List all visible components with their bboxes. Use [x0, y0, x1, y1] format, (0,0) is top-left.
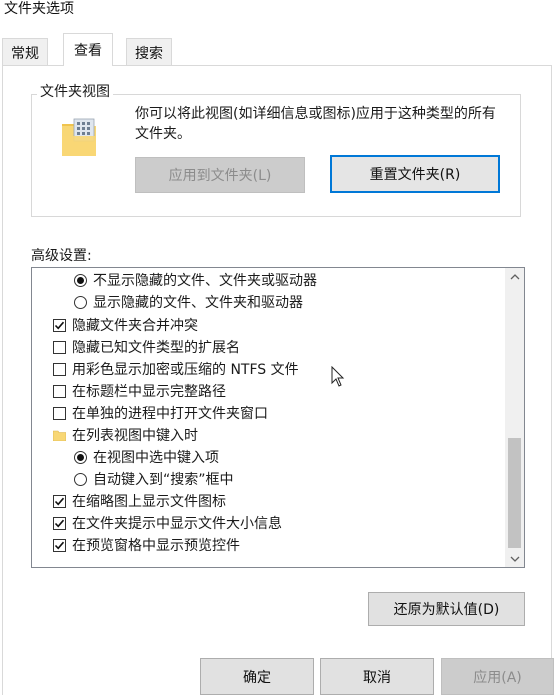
list-item[interactable]: 自动键入到“搜索”框中 [74, 468, 234, 490]
checkbox[interactable] [53, 516, 66, 530]
list-item-label: 隐藏文件夹合并冲突 [72, 318, 198, 334]
radio-button[interactable] [74, 472, 87, 486]
list-item[interactable]: 在文件夹提示中显示文件大小信息 [53, 512, 282, 534]
checkbox[interactable] [53, 494, 66, 508]
list-item-label: 在单独的进程中打开文件夹窗口 [72, 406, 268, 422]
folder-views-legend: 文件夹视图 [37, 81, 113, 101]
cancel-button[interactable]: 取消 [320, 658, 434, 695]
scrollbar-thumb[interactable] [508, 438, 521, 548]
checkbox[interactable] [53, 340, 66, 354]
list-item-label: 在标题栏中显示完整路径 [72, 384, 226, 400]
checkbox[interactable] [53, 384, 66, 398]
tab-view[interactable]: 查看 [63, 33, 113, 66]
ok-button[interactable]: 确定 [200, 658, 314, 695]
list-item-label: 隐藏已知文件类型的扩展名 [72, 340, 240, 356]
chevron-down-icon[interactable] [505, 550, 524, 567]
list-item[interactable]: 显示隐藏的文件、文件夹和驱动器 [74, 291, 303, 313]
list-item[interactable]: 在视图中选中键入项 [74, 446, 219, 468]
folder-view-icon [62, 118, 96, 156]
restore-defaults-button[interactable]: 还原为默认值(D) [368, 592, 525, 626]
list-item-label: 自动键入到“搜索”框中 [93, 472, 234, 488]
checkmark-icon [54, 321, 65, 329]
checkbox[interactable] [53, 362, 66, 376]
list-item-group: 在列表视图中键入时 [53, 424, 198, 446]
list-item[interactable]: 隐藏文件夹合并冲突 [53, 314, 198, 336]
list-item-label: 在列表视图中键入时 [72, 428, 198, 444]
checkmark-icon [54, 497, 65, 505]
list-item[interactable]: 在单独的进程中打开文件夹窗口 [53, 402, 268, 424]
scrollbar[interactable] [505, 268, 524, 567]
list-item[interactable]: 用彩色显示加密或压缩的 NTFS 文件 [53, 358, 299, 380]
list-item-label: 在预览窗格中显示预览控件 [72, 538, 240, 554]
radio-button[interactable] [74, 295, 87, 309]
checkbox[interactable] [53, 406, 66, 420]
reset-folders-button[interactable]: 重置文件夹(R) [330, 155, 500, 193]
tab-search[interactable]: 搜索 [126, 38, 172, 65]
list-item[interactable]: 在缩略图上显示文件图标 [53, 490, 226, 512]
list-item[interactable]: 隐藏已知文件类型的扩展名 [53, 336, 240, 358]
list-item[interactable]: 在标题栏中显示完整路径 [53, 380, 226, 402]
folder-icon [53, 430, 66, 441]
advanced-settings-label: 高级设置: [31, 248, 92, 264]
checkmark-icon [54, 519, 65, 527]
apply-to-folders-button[interactable]: 应用到文件夹(L) [135, 157, 305, 193]
checkbox[interactable] [53, 318, 66, 332]
window-title: 文件夹选项 [4, 1, 74, 17]
checkmark-icon [54, 541, 65, 549]
folder-views-description: 你可以将此视图(如详细信息或图标)应用于这种类型的所有文件夹。 [135, 106, 496, 142]
list-item-label: 用彩色显示加密或压缩的 NTFS 文件 [72, 362, 299, 378]
checkbox[interactable] [53, 538, 66, 552]
list-item-label: 不显示隐藏的文件、文件夹或驱动器 [93, 273, 317, 289]
title-bar: 文件夹选项 [0, 0, 554, 22]
radio-button[interactable] [74, 273, 87, 287]
radio-button[interactable] [74, 450, 87, 464]
list-item[interactable]: 在预览窗格中显示预览控件 [53, 534, 240, 556]
list-item-label: 在缩略图上显示文件图标 [72, 494, 226, 510]
list-item-label: 在视图中选中键入项 [93, 450, 219, 466]
tab-general[interactable]: 常规 [2, 38, 48, 65]
list-item[interactable]: 不显示隐藏的文件、文件夹或驱动器 [74, 269, 317, 291]
list-item-label: 显示隐藏的文件、文件夹和驱动器 [93, 295, 303, 311]
list-item-label: 在文件夹提示中显示文件大小信息 [72, 516, 282, 532]
chevron-up-icon[interactable] [505, 268, 524, 285]
mouse-pointer-icon [331, 366, 345, 387]
apply-button[interactable]: 应用(A) [441, 658, 554, 695]
advanced-settings-list[interactable]: 不显示隐藏的文件、文件夹或驱动器 显示隐藏的文件、文件夹和驱动器 隐藏文件夹合并… [31, 267, 525, 568]
